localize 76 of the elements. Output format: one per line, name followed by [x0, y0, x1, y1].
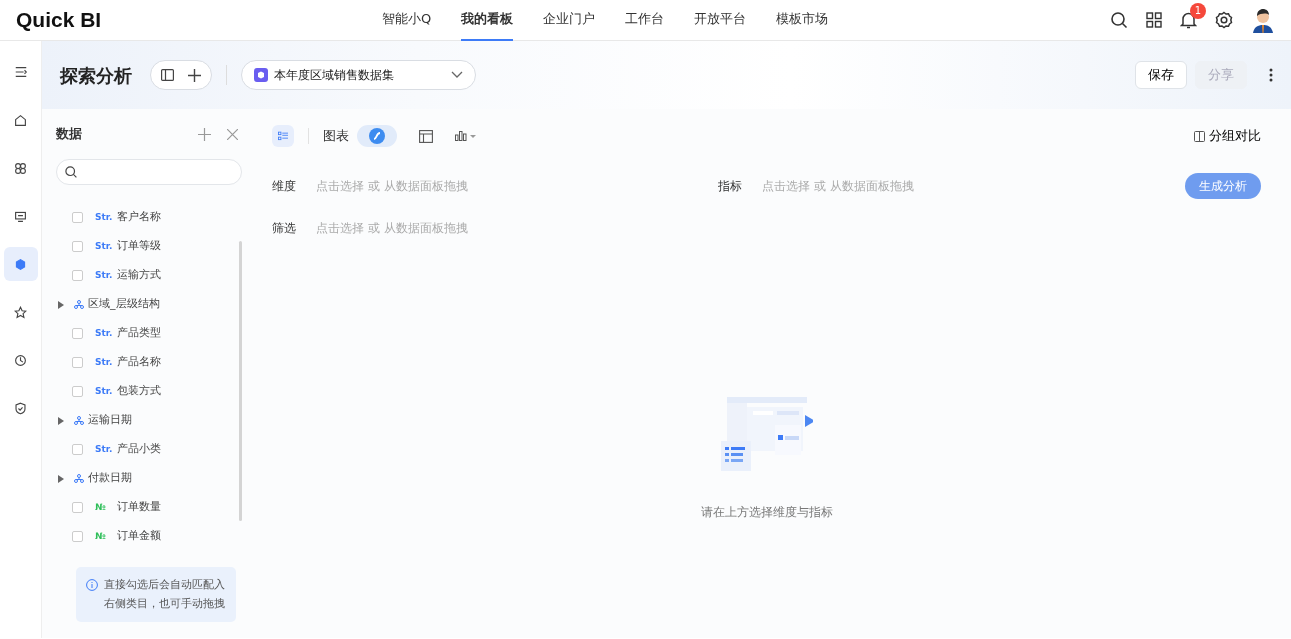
checkbox[interactable]	[72, 531, 83, 542]
bell-icon[interactable]	[1180, 11, 1197, 29]
type-tag: Str.	[95, 239, 115, 254]
compare-icon	[1194, 130, 1205, 142]
notification-badge: 1	[1190, 3, 1206, 19]
grid-icon[interactable]	[1146, 12, 1162, 28]
caret-icon[interactable]	[58, 416, 64, 425]
checkbox[interactable]	[72, 241, 83, 252]
avatar[interactable]	[1251, 7, 1275, 33]
header-button[interactable]: 保存	[1135, 61, 1187, 89]
bar-chart-icon[interactable]	[455, 131, 477, 141]
checkbox[interactable]	[72, 212, 83, 223]
field-item[interactable]: 客户名称	[117, 209, 161, 226]
type-tag: Str.	[95, 442, 115, 457]
chevron-down-icon	[451, 71, 463, 79]
type-tag: №	[95, 500, 115, 515]
chart-label: 图表	[323, 127, 349, 146]
panel-title: 数据	[56, 125, 83, 144]
close-icon[interactable]	[227, 128, 238, 140]
field-item[interactable]: 包装方式	[117, 383, 161, 400]
field-item[interactable]: 订单数量	[117, 499, 161, 516]
slot-label: 筛选	[272, 220, 297, 237]
logo: Quick BI	[16, 7, 103, 34]
checkbox[interactable]	[72, 444, 83, 455]
field-group[interactable]: 区域_层级结构	[88, 296, 160, 313]
type-tag: Str.	[95, 268, 115, 283]
add-icon[interactable]	[188, 68, 201, 82]
field-group[interactable]: 运输日期	[88, 412, 132, 429]
group-compare-button[interactable]: 分组对比	[1194, 128, 1261, 144]
panel-icon[interactable]	[161, 69, 174, 81]
checkbox[interactable]	[72, 386, 83, 397]
nav-tab[interactable]: 企业门户	[543, 0, 596, 41]
type-tag: Str.	[95, 384, 115, 399]
field-group[interactable]: 付款日期	[88, 470, 132, 487]
info-icon	[86, 579, 98, 591]
field-item[interactable]: 产品小类	[117, 441, 161, 458]
hierarchy-icon	[74, 416, 84, 425]
empty-state-text: 请在上方选择维度与指标	[700, 504, 833, 521]
page-title: 探索分析	[60, 63, 132, 88]
nav-tab[interactable]: 开放平台	[694, 0, 747, 41]
search-icon[interactable]	[1110, 11, 1128, 29]
field-item[interactable]: 产品类型	[117, 325, 161, 342]
tip-text: 直接勾选后会自动匹配入右侧类目，也可手动拖拽	[104, 577, 226, 613]
field-item[interactable]: 订单金额	[117, 528, 161, 545]
ai-icon	[369, 128, 385, 144]
settings-icon[interactable]	[1215, 11, 1233, 29]
hierarchy-icon	[74, 300, 84, 309]
caret-icon[interactable]	[58, 300, 64, 309]
hierarchy-icon	[74, 474, 84, 483]
search-icon	[65, 166, 77, 178]
type-tag: Str.	[95, 355, 115, 370]
table-icon[interactable]	[419, 129, 433, 143]
field-item[interactable]: 运输方式	[117, 267, 161, 284]
ai-toggle[interactable]	[357, 125, 397, 147]
checkbox[interactable]	[72, 502, 83, 513]
field-item[interactable]: 产品名称	[117, 354, 161, 371]
layout-controls[interactable]	[150, 60, 212, 90]
slot-label: 维度	[272, 178, 297, 195]
cube-icon[interactable]	[3, 247, 38, 281]
checkbox[interactable]	[72, 357, 83, 368]
nav-tab[interactable]: 智能小Q	[382, 0, 432, 41]
checkbox[interactable]	[72, 270, 83, 281]
type-tag: Str.	[95, 326, 115, 341]
type-tag: Str.	[95, 210, 115, 225]
field-item[interactable]: 订单等级	[117, 238, 161, 255]
nav-tab[interactable]: 工作台	[625, 0, 665, 41]
type-tag: №	[95, 529, 115, 544]
more-icon[interactable]	[1269, 68, 1273, 82]
dataset-select[interactable]: 本年度区域销售数据集	[241, 60, 476, 90]
list-view-icon[interactable]	[272, 125, 294, 147]
cube-icon	[254, 68, 268, 82]
nav-tab[interactable]: 模板市场	[776, 0, 829, 41]
slot-label: 指标	[718, 178, 743, 195]
caret-icon[interactable]	[58, 474, 64, 483]
checkbox[interactable]	[72, 328, 83, 339]
search-field[interactable]	[56, 159, 242, 185]
